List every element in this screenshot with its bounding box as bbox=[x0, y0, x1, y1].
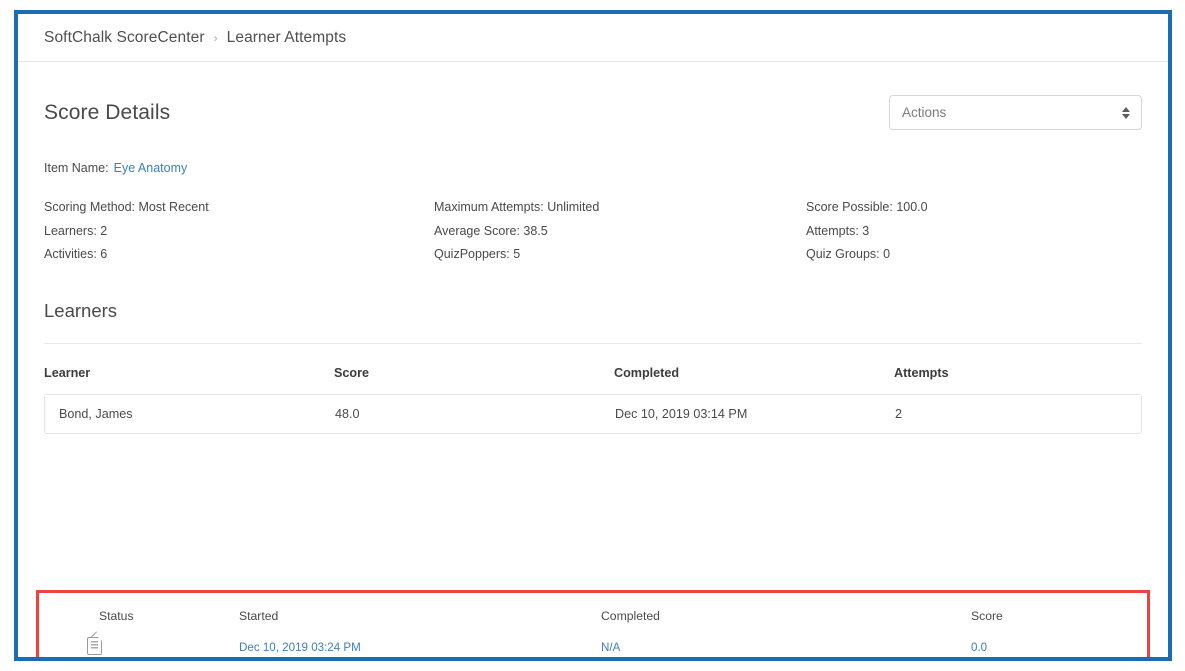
annotation-frame: SoftChalk ScoreCenter › Learner Attempts… bbox=[14, 10, 1172, 661]
cell-learner: Bond, James bbox=[59, 406, 133, 421]
cell-status bbox=[39, 630, 239, 658]
actions-select[interactable]: Actions bbox=[889, 95, 1142, 130]
annotation-highlight-box: Status Started Completed Score Dec 10, 2… bbox=[36, 590, 1150, 658]
column-header-status: Status bbox=[99, 608, 134, 623]
cell-score: 48.0 bbox=[335, 406, 360, 421]
cell-completed: N/A bbox=[601, 640, 621, 654]
attempts-table: Status Started Completed Score Dec 10, 2… bbox=[39, 593, 1147, 658]
document-in-progress-icon bbox=[87, 630, 103, 655]
breadcrumb-root[interactable]: SoftChalk ScoreCenter bbox=[44, 29, 205, 47]
actions-select-value: Actions bbox=[902, 105, 947, 120]
column-header-learner: Learner bbox=[44, 365, 91, 380]
item-name-label: Item Name: bbox=[44, 161, 109, 175]
breadcrumb-separator-icon: › bbox=[213, 30, 218, 45]
cell-attempts: 2 bbox=[895, 406, 903, 421]
column-header-started: Started bbox=[239, 608, 279, 623]
breadcrumb-current: Learner Attempts bbox=[226, 28, 347, 46]
column-header-completed: Completed bbox=[614, 365, 680, 380]
attempt-row[interactable]: Dec 10, 2019 03:24 PM N/A 0.0 bbox=[39, 630, 1147, 658]
chevron-updown-icon bbox=[1122, 106, 1130, 119]
meta-quiz-groups: Quiz Groups: 0 bbox=[806, 247, 891, 262]
column-header-completed: Completed bbox=[601, 608, 660, 623]
meta-score-possible: Score Possible: 100.0 bbox=[806, 200, 928, 214]
meta-activities: Activities: 6 bbox=[44, 247, 108, 262]
page-surface: SoftChalk ScoreCenter › Learner Attempts… bbox=[18, 14, 1168, 657]
cell-started[interactable]: Dec 10, 2019 03:24 PM bbox=[239, 641, 601, 654]
meta-attempts: Attempts: 3 bbox=[806, 223, 870, 238]
attempts-table-header: Status Started Completed Score bbox=[39, 593, 1147, 627]
cell-completed: Dec 10, 2019 03:14 PM bbox=[615, 406, 748, 421]
breadcrumb: SoftChalk ScoreCenter › Learner Attempts bbox=[18, 14, 1168, 62]
table-row[interactable]: Bond, James 48.0 Dec 10, 2019 03:14 PM 2 bbox=[44, 393, 1142, 434]
meta-scoring-method: Scoring Method: Most Recent bbox=[44, 200, 209, 214]
learners-table-header: Learner Score Completed Attempts bbox=[44, 344, 1142, 394]
meta-learners: Learners: 2 bbox=[44, 223, 108, 238]
meta-maximum-attempts: Maximum Attempts: Unlimited bbox=[434, 200, 600, 214]
column-header-attempts: Attempts bbox=[894, 365, 949, 380]
meta-average-score: Average Score: 38.5 bbox=[434, 223, 548, 238]
main-content: Score Details Actions Item Name: Eye Anat… bbox=[18, 62, 1168, 657]
column-header-score: Score bbox=[334, 365, 370, 380]
page-title: Score Details bbox=[44, 100, 171, 124]
score-meta-grid: Scoring Method: Most Recent Maximum Atte… bbox=[44, 200, 1142, 263]
learners-title: Learners bbox=[44, 299, 118, 321]
score-details-header: Score Details Actions bbox=[44, 62, 1142, 130]
learners-table: Learner Score Completed Attempts Bond, J… bbox=[44, 344, 1142, 434]
item-name-link[interactable]: Eye Anatomy bbox=[114, 161, 188, 175]
cell-score: 0.0 bbox=[971, 640, 988, 654]
meta-quizpoppers: QuizPoppers: 5 bbox=[434, 247, 521, 262]
item-name: Item Name: Eye Anatomy bbox=[44, 161, 1142, 175]
column-header-score: Score bbox=[971, 608, 1003, 623]
